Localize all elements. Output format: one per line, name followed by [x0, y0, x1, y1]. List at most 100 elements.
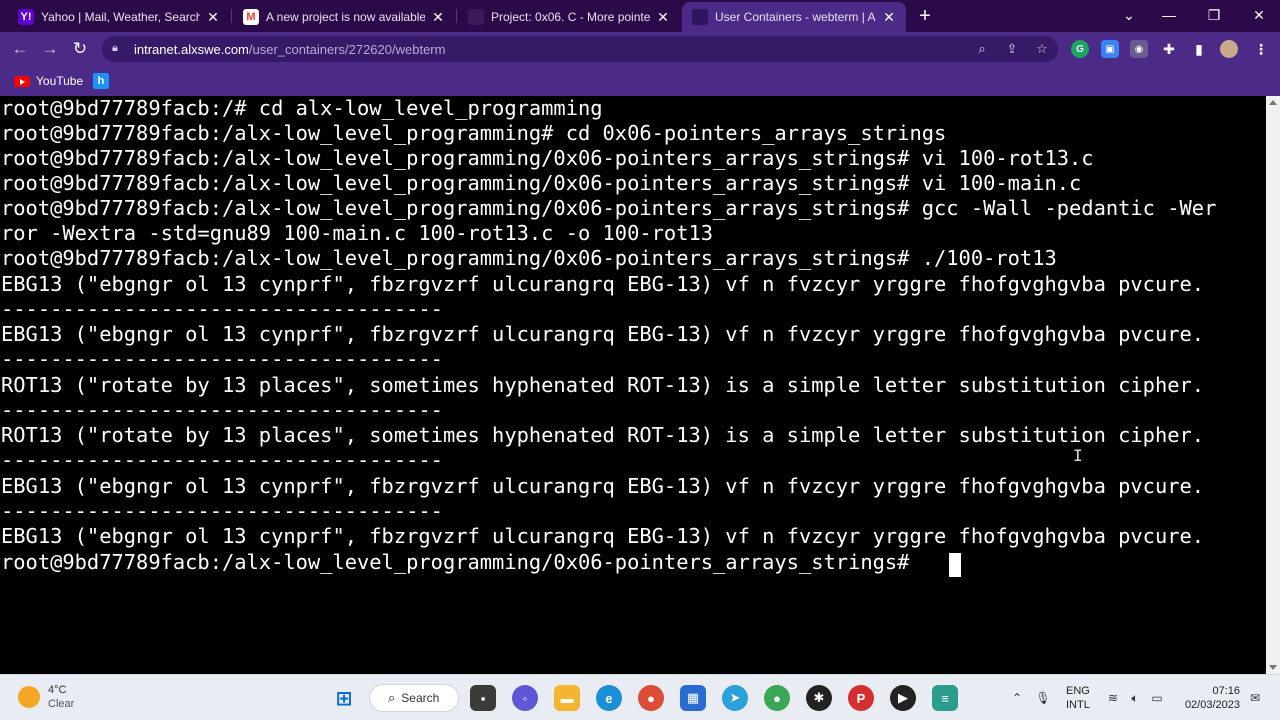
system-clock[interactable]: 07:16 02/03/2023: [1176, 684, 1240, 712]
youtube-icon: [14, 75, 30, 87]
terminal-line: root@9bd77789facb:/alx-low_level_program…: [1, 246, 1057, 270]
bookmark-youtube[interactable]: YouTube: [14, 72, 83, 90]
address-bar[interactable]: 🔒︎ intranet.alxswe.com /user_containers/…: [102, 36, 1058, 62]
terminal-line: root@9bd77789facb:/# cd alx-low_level_pr…: [1, 96, 603, 120]
taskbar-search[interactable]: ⌕ Search: [369, 684, 459, 712]
terminal-line: root@9bd77789facb:/alx-low_level_program…: [1, 171, 1082, 195]
terminal-line: ------------------------------------: [1, 448, 443, 472]
scroll-up-icon[interactable]: [1269, 100, 1277, 105]
pdf-app-icon[interactable]: P: [848, 685, 874, 711]
notes-app-icon[interactable]: ≡: [932, 685, 958, 711]
telegram-icon[interactable]: ➤: [722, 685, 748, 711]
task-view-icon[interactable]: ▪: [470, 685, 496, 711]
puzzle-icon[interactable]: ✚: [1160, 40, 1178, 58]
extension-icon[interactable]: ▣: [1101, 40, 1119, 58]
tab-gmail[interactable]: M A new project is now available: 0 ✕: [233, 2, 455, 32]
tab-project[interactable]: Project: 0x06. C - More pointers, ✕: [458, 2, 680, 32]
new-tab-button[interactable]: +: [914, 6, 936, 28]
terminal-line: ror -Wextra -std=gnu89 100-main.c 100-ro…: [1, 221, 714, 245]
battery-icon[interactable]: ▭: [1148, 689, 1166, 707]
terminal-line: ------------------------------------: [1, 347, 443, 371]
clock-time: 07:16: [1212, 685, 1240, 697]
edge-icon[interactable]: e: [596, 685, 622, 711]
wifi-icon[interactable]: ≋: [1104, 689, 1122, 707]
close-window-button[interactable]: ✕: [1244, 4, 1274, 26]
bookmarks-bar: YouTube h: [0, 66, 1280, 96]
teams-chat-icon[interactable]: ◦: [512, 685, 538, 711]
terminal-cursor: [949, 553, 961, 577]
minimize-button[interactable]: —: [1154, 4, 1184, 26]
notification-icon[interactable]: ✉: [1246, 689, 1264, 707]
url-host: intranet.alxswe.com: [134, 41, 249, 57]
tab-title: A new project is now available: 0: [266, 10, 425, 24]
webterm-terminal[interactable]: root@9bd77789facb:/# cd alx-low_level_pr…: [0, 96, 1266, 674]
forward-icon[interactable]: →: [38, 37, 62, 61]
reload-icon[interactable]: ↻: [68, 37, 92, 61]
lang-top: ENG: [1066, 685, 1090, 697]
tab-title: Yahoo | Mail, Weather, Search, Po: [41, 10, 200, 24]
lock-icon[interactable]: 🔒︎: [112, 42, 124, 56]
weather-sun-icon: [18, 686, 40, 708]
media-player-icon[interactable]: ▶: [890, 685, 916, 711]
windows-taskbar: 4°C Clear ⊞ ⌕ Search ▪ ◦ ▬ e ● ▦ ➤ ● ✱ P…: [0, 674, 1280, 720]
url-path: /user_containers/272620/webterm: [248, 41, 446, 57]
close-icon[interactable]: ✕: [204, 8, 222, 26]
terminal-line: ROT13 ("rotate by 13 places", sometimes …: [1, 373, 1205, 397]
app-icon[interactable]: ✱: [806, 685, 832, 711]
search-label: Search: [401, 691, 440, 705]
camera-icon[interactable]: ◉: [1130, 40, 1148, 58]
weather-widget[interactable]: 4°C Clear: [18, 683, 74, 711]
side-panel-icon[interactable]: ▮: [1190, 40, 1208, 58]
scroll-down-icon[interactable]: [1269, 665, 1277, 670]
maximize-button[interactable]: ❐: [1199, 4, 1229, 26]
back-icon[interactable]: ←: [8, 37, 32, 61]
zoom-icon[interactable]: ⌕: [974, 41, 990, 57]
lang-bottom: INTL: [1066, 699, 1090, 711]
share-icon[interactable]: ⇪: [1004, 41, 1020, 57]
avatar[interactable]: [1220, 40, 1238, 58]
tab-search-icon[interactable]: ⌄: [1114, 4, 1144, 26]
tab-separator: [231, 9, 232, 23]
tab-yahoo[interactable]: Y! Yahoo | Mail, Weather, Search, Po ✕: [8, 2, 230, 32]
terminal-line: root@9bd77789facb:/alx-low_level_program…: [1, 146, 1094, 170]
chrome-profile-icon[interactable]: ●: [764, 685, 790, 711]
terminal-line: root@9bd77789facb:/alx-low_level_program…: [1, 121, 947, 145]
grammarly-icon[interactable]: G: [1071, 40, 1089, 58]
chrome-icon[interactable]: ●: [638, 685, 664, 711]
tab-webterm[interactable]: User Containers - webterm | Add ✕: [682, 2, 906, 32]
show-hidden-icons[interactable]: ⌃: [1008, 689, 1026, 707]
tab-separator: [456, 9, 457, 23]
close-icon[interactable]: ✕: [429, 8, 447, 26]
close-icon[interactable]: ✕: [654, 8, 672, 26]
windows-start-icon[interactable]: ⊞: [331, 685, 357, 711]
terminal-line: ------------------------------------: [1, 499, 443, 523]
h-bookmark-icon: h: [93, 73, 109, 89]
text-cursor-icon: I: [1073, 446, 1083, 465]
yahoo-icon: Y!: [18, 9, 34, 25]
weather-temp: 4°C: [48, 684, 67, 696]
terminal-line: EBG13 ("ebgngr ol 13 cynprf", fbzrgvzrf …: [1, 272, 1205, 296]
terminal-line: EBG13 ("ebgngr ol 13 cynprf", fbzrgvzrf …: [1, 524, 1205, 548]
clock-date: 02/03/2023: [1184, 699, 1240, 711]
bookmark-label: YouTube: [36, 74, 84, 88]
language-indicator[interactable]: ENG INTL: [1066, 684, 1090, 712]
terminal-line: ------------------------------------: [1, 398, 443, 422]
volume-icon[interactable]: 🔈︎: [1126, 689, 1144, 707]
search-icon: ⌕: [388, 690, 396, 705]
microphone-icon[interactable]: 🎙︎: [1034, 689, 1052, 707]
terminal-line: ------------------------------------: [1, 297, 443, 321]
terminal-line: EBG13 ("ebgngr ol 13 cynprf", fbzrgvzrf …: [1, 474, 1205, 498]
bookmark-h[interactable]: h: [93, 72, 109, 90]
menu-icon[interactable]: ⋮: [1252, 40, 1270, 58]
terminal-line: ROT13 ("rotate by 13 places", sometimes …: [1, 423, 1205, 447]
alx-icon: [692, 9, 708, 25]
bookmark-star-icon[interactable]: ☆: [1034, 41, 1050, 57]
tab-title: User Containers - webterm | Add: [715, 10, 876, 24]
terminal-scrollbar[interactable]: [1266, 96, 1280, 674]
store-icon[interactable]: ▦: [680, 685, 706, 711]
weather-condition: Clear: [48, 698, 75, 710]
gmail-icon: M: [243, 9, 259, 25]
file-explorer-icon[interactable]: ▬: [554, 685, 580, 711]
close-icon[interactable]: ✕: [880, 8, 898, 26]
tab-strip: Y! Yahoo | Mail, Weather, Search, Po ✕ M…: [0, 0, 1280, 32]
